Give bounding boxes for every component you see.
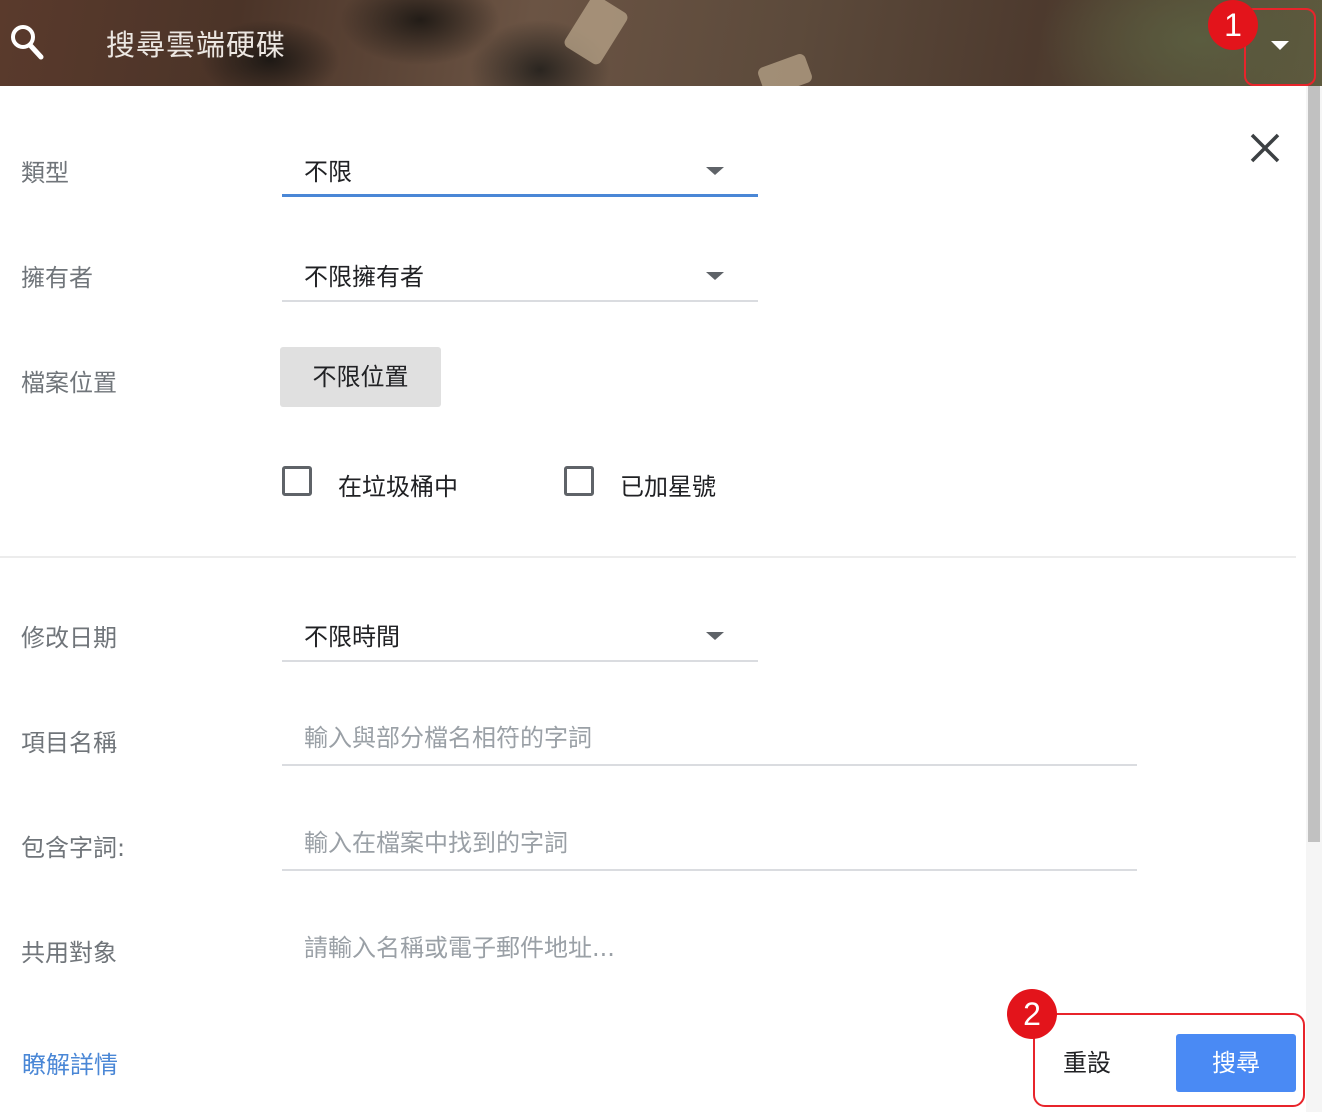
type-select[interactable]: 不限 <box>282 147 758 197</box>
type-label: 類型 <box>21 159 69 187</box>
chevron-down-icon <box>706 167 724 175</box>
scrollbar[interactable] <box>1306 86 1322 1112</box>
shared-with-input[interactable] <box>304 926 1124 970</box>
shared-with-field[interactable] <box>282 926 1137 976</box>
modified-select[interactable]: 不限時間 <box>282 612 758 662</box>
modified-label: 修改日期 <box>21 624 117 652</box>
learn-more-link[interactable]: 瞭解詳情 <box>22 1045 118 1080</box>
has-words-label: 包含字詞: <box>21 834 126 862</box>
annotation-badge-1: 1 <box>1208 0 1258 50</box>
shared-with-label: 共用對象 <box>21 939 117 967</box>
owner-label: 擁有者 <box>21 264 93 292</box>
search-header: 搜尋雲端硬碟 <box>0 0 1322 86</box>
reset-button[interactable]: 重設 <box>1040 1034 1134 1092</box>
owner-value: 不限擁有者 <box>304 263 424 291</box>
search-icon[interactable] <box>10 24 44 60</box>
item-name-label: 項目名稱 <box>21 729 117 757</box>
divider <box>0 556 1296 558</box>
type-value: 不限 <box>304 158 352 186</box>
starred-label[interactable]: 已加星號 <box>620 467 716 502</box>
caret-down-icon <box>1271 41 1289 50</box>
has-words-field[interactable] <box>282 821 1137 871</box>
location-button[interactable]: 不限位置 <box>280 347 441 407</box>
in-trash-label[interactable]: 在垃圾桶中 <box>338 467 458 502</box>
item-name-input[interactable] <box>304 716 1124 760</box>
annotation-badge-2: 2 <box>1007 989 1057 1039</box>
background-decoration <box>756 52 814 86</box>
chevron-down-icon <box>706 272 724 280</box>
owner-select[interactable]: 不限擁有者 <box>282 252 758 302</box>
in-trash-checkbox[interactable] <box>282 466 312 496</box>
chevron-down-icon <box>706 632 724 640</box>
close-icon[interactable] <box>1248 131 1282 165</box>
search-title[interactable]: 搜尋雲端硬碟 <box>106 22 286 64</box>
background-decoration <box>562 0 630 67</box>
location-label: 檔案位置 <box>21 369 117 397</box>
search-button[interactable]: 搜尋 <box>1176 1034 1296 1092</box>
item-name-field[interactable] <box>282 716 1137 766</box>
has-words-input[interactable] <box>304 821 1124 865</box>
scrollbar-thumb[interactable] <box>1308 86 1320 842</box>
starred-checkbox[interactable] <box>564 466 594 496</box>
modified-value: 不限時間 <box>304 623 400 651</box>
